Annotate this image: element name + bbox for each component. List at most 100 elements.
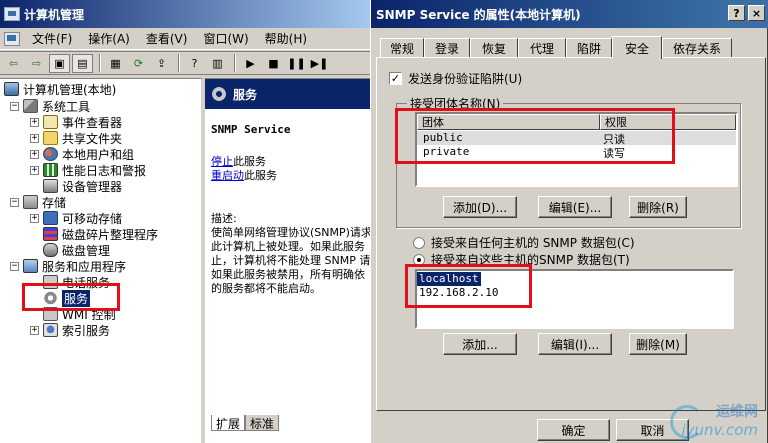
tree-item-device-manager[interactable]: 设备管理器: [43, 178, 122, 194]
tree-item-performance-logs[interactable]: + 性能日志和警报: [30, 162, 146, 178]
tab-traps[interactable]: 陷阱: [566, 38, 612, 58]
refresh-icon[interactable]: ⟳: [128, 54, 149, 73]
tree-item-storage[interactable]: − 存储: [10, 194, 66, 210]
restart-icon[interactable]: ▶❚: [309, 54, 330, 73]
tree-item-system-tools[interactable]: − 系统工具: [10, 98, 90, 114]
help-button[interactable]: ?: [728, 5, 745, 21]
back-arrow-icon[interactable]: ⇦: [3, 54, 24, 73]
tree-item-defrag[interactable]: 磁盘碎片整理程序: [43, 226, 158, 242]
tab-general[interactable]: 常规: [380, 38, 424, 58]
expand-icon[interactable]: +: [30, 149, 39, 159]
detail-view-tabs: 扩展 标准: [205, 413, 372, 431]
tab-recovery[interactable]: 恢复: [470, 38, 518, 58]
restart-service-link[interactable]: 重启动: [211, 169, 244, 182]
close-button[interactable]: ×: [748, 5, 765, 21]
storage-icon: [23, 195, 38, 209]
tab-standard[interactable]: 标准: [245, 415, 280, 431]
pause-icon[interactable]: ❚❚: [286, 54, 307, 73]
tree-item-removable-storage[interactable]: + 可移动存储: [30, 210, 122, 226]
accept-any-host-radio[interactable]: [413, 236, 425, 249]
expand-icon[interactable]: +: [30, 213, 39, 223]
send-auth-trap-checkbox[interactable]: ✓: [389, 72, 402, 85]
accept-these-hosts-label: 接受来自这些主机的SNMP 数据包(T): [431, 253, 630, 267]
expand-icon[interactable]: +: [30, 133, 39, 143]
collapse-icon[interactable]: −: [10, 101, 19, 111]
menu-window[interactable]: 窗口(W): [195, 30, 256, 47]
system-tools-icon: [23, 99, 38, 113]
menu-action[interactable]: 操作(A): [80, 30, 138, 47]
tree-item-services-and-apps[interactable]: − 服务和应用程序: [10, 258, 126, 274]
hosts-list[interactable]: localhost 192.168.2.10: [415, 269, 734, 329]
service-name: SNMP Service: [211, 123, 291, 136]
send-auth-trap-row[interactable]: ✓ 发送身份验证陷阱(U): [389, 70, 522, 87]
description-line: 的服务都将不能启动。: [211, 282, 321, 295]
column-header-rights[interactable]: 权限: [600, 114, 736, 130]
add-community-button[interactable]: 添加(D)...: [443, 196, 517, 218]
dialog-tabs: 常规 登录 恢复 代理 陷阱 安全 依存关系: [376, 36, 766, 59]
help-icon[interactable]: ?: [184, 54, 205, 73]
shared-folder-icon: [43, 131, 58, 145]
menu-help[interactable]: 帮助(H): [257, 30, 315, 47]
performance-icon: [43, 163, 58, 177]
stop-icon[interactable]: ■: [263, 54, 284, 73]
host-row[interactable]: 192.168.2.10: [417, 286, 500, 300]
tree-item-wmi-control[interactable]: WMI 控制: [43, 306, 116, 322]
ok-button[interactable]: 确定: [537, 419, 610, 441]
collapse-icon[interactable]: −: [10, 261, 19, 271]
column-header-community[interactable]: 团体: [417, 114, 600, 130]
toolbar-separator: [178, 54, 180, 72]
dialog-title-bar[interactable]: SNMP Service 的属性(本地计算机) ? ×: [371, 0, 768, 28]
wmi-icon: [43, 307, 58, 321]
services-apps-icon: [23, 259, 38, 273]
restart-service-line: 重启动此服务: [211, 167, 277, 183]
expand-icon[interactable]: +: [30, 325, 39, 335]
main-title-bar[interactable]: 计算机管理: [0, 0, 372, 28]
community-row[interactable]: public 只读: [417, 131, 736, 146]
community-list[interactable]: 团体 权限 public 只读 private 读写: [415, 112, 738, 187]
show-tree-icon[interactable]: ▤: [72, 53, 93, 73]
accept-any-host-row[interactable]: 接受来自任何主机的 SNMP 数据包(C): [413, 234, 635, 251]
tab-extended[interactable]: 扩展: [211, 415, 246, 431]
tab-logon[interactable]: 登录: [424, 38, 470, 58]
tab-agent[interactable]: 代理: [518, 38, 566, 58]
export-icon[interactable]: ⇪: [151, 54, 172, 73]
menu-view[interactable]: 查看(V): [138, 30, 196, 47]
toolbar-separator: [234, 54, 236, 72]
tree-item-telephony[interactable]: 电话服务: [43, 274, 110, 290]
properties-icon[interactable]: ▦: [105, 54, 126, 73]
defrag-icon: [43, 227, 58, 241]
tab-security[interactable]: 安全: [612, 36, 662, 59]
show-hide-icon[interactable]: ▥: [207, 54, 228, 73]
indexing-icon: [43, 323, 58, 337]
tree-item-event-viewer[interactable]: + 事件查看器: [30, 114, 122, 130]
tree-item-indexing-service[interactable]: + 索引服务: [30, 322, 110, 338]
mdi-window-icon[interactable]: [4, 31, 20, 46]
console-tree: 计算机管理(本地) − 系统工具 + 事件查看器 + 共享文件夹 + 本地用户和…: [0, 78, 203, 443]
expand-icon[interactable]: +: [30, 165, 39, 175]
remove-host-button[interactable]: 删除(M): [629, 333, 687, 355]
accept-these-hosts-radio[interactable]: [413, 253, 425, 266]
services-gear-icon: [211, 86, 227, 102]
tree-item-disk-management[interactable]: 磁盘管理: [43, 242, 110, 258]
tree-item-computer-management[interactable]: 计算机管理(本地): [4, 81, 116, 97]
tree-item-services[interactable]: 服务: [43, 289, 91, 307]
edit-host-button[interactable]: 编辑(I)...: [538, 333, 612, 355]
play-icon[interactable]: ▶: [240, 54, 261, 73]
watermark-text-cn: 运维网: [716, 404, 758, 420]
edit-community-button[interactable]: 编辑(E)...: [538, 196, 612, 218]
expand-icon[interactable]: +: [30, 117, 39, 127]
computer-icon: [4, 82, 19, 96]
menu-file[interactable]: 文件(F): [24, 30, 80, 47]
forward-arrow-icon[interactable]: ⇨: [26, 54, 47, 73]
collapse-icon[interactable]: −: [10, 197, 19, 207]
tree-item-shared-folders[interactable]: + 共享文件夹: [30, 130, 122, 146]
remove-community-button[interactable]: 删除(R): [629, 196, 687, 218]
community-row[interactable]: private 读写: [417, 145, 736, 160]
up-folder-icon[interactable]: ▣: [49, 53, 70, 73]
tab-dependencies[interactable]: 依存关系: [662, 38, 732, 58]
detail-header-title: 服务: [233, 87, 258, 102]
host-row[interactable]: localhost: [417, 272, 481, 286]
accept-these-hosts-row[interactable]: 接受来自这些主机的SNMP 数据包(T): [413, 251, 630, 268]
add-host-button[interactable]: 添加...: [443, 333, 517, 355]
tree-item-local-users[interactable]: + 本地用户和组: [30, 146, 134, 162]
